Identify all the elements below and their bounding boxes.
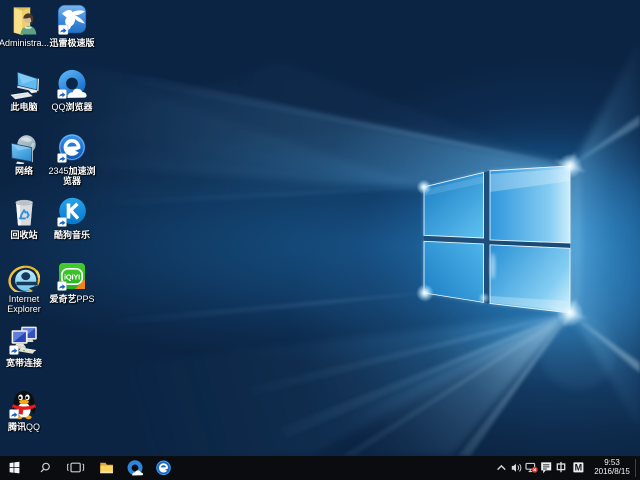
svg-text:M: M (575, 463, 583, 473)
svg-text:iQIYI: iQIYI (64, 272, 80, 281)
